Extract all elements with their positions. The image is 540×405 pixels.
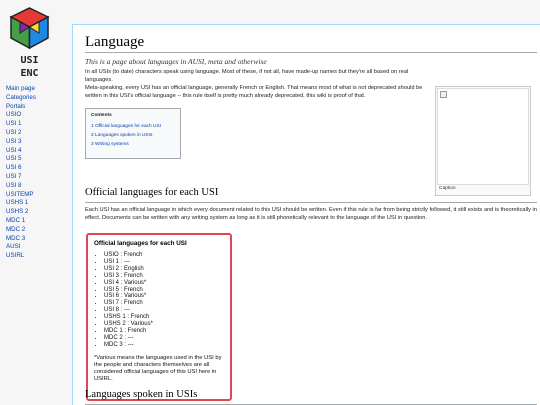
thumbnail-caption: Caption	[439, 186, 456, 191]
list-item: MDC 2 : ---	[104, 335, 224, 342]
infobox-title: Official languages for each USI	[94, 240, 187, 247]
sidebar-item-ushs-1[interactable]: USHS 1	[6, 199, 70, 208]
list-item: USI 2 : English	[104, 266, 224, 273]
logo-text-line1: USI	[20, 55, 39, 66]
main-content: Language This is a page about languages …	[72, 24, 540, 405]
list-item: USI 4 : Various*	[104, 280, 224, 287]
sidebar-item-mdc-1[interactable]: MDC 1	[6, 217, 70, 226]
sidebar-item-ushs-2[interactable]: USHS 2	[6, 208, 70, 217]
list-item: USHS 2 : Various*	[104, 321, 224, 328]
sidebar-item-usi-5[interactable]: USI 5	[6, 155, 70, 164]
intro-paragraph: In all USIs (to date) characters speak u…	[85, 69, 409, 84]
sidebar-item-mdc-2[interactable]: MDC 2	[6, 226, 70, 235]
sidebar-nav: Main page Categories Portals USIO USI 1 …	[6, 85, 70, 261]
section-divider	[85, 202, 537, 203]
section-heading-languages-spoken: Languages spoken in USIs	[85, 389, 198, 400]
toc-item-official-languages[interactable]: 1 Official languages for each USI	[91, 122, 175, 131]
section-heading-official-languages: Official languages for each USI	[85, 187, 219, 198]
image-thumbnail: Caption	[435, 86, 531, 196]
list-item: USI 7 : French	[104, 300, 224, 307]
toc-item-languages-spoken[interactable]: 2 Languages spoken in USIs	[91, 131, 175, 140]
sidebar-item-usi-3[interactable]: USI 3	[6, 138, 70, 147]
title-divider	[85, 52, 537, 53]
page-subtitle: This is a page about languages in AUSI, …	[85, 57, 267, 66]
sidebar-item-usi-7[interactable]: USI 7	[6, 173, 70, 182]
list-item: USI 8 : ---	[104, 307, 224, 314]
cube-logo-icon	[9, 7, 50, 50]
page-title: Language	[85, 34, 145, 50]
sidebar: USI ENC Main page Categories Portals USI…	[0, 0, 72, 405]
list-item: MDC 1 : French	[104, 328, 224, 335]
toc-title: Contents	[91, 113, 112, 118]
sidebar-item-usio[interactable]: USIO	[6, 111, 70, 120]
list-item: USI 1 : ---	[104, 259, 224, 266]
list-item: USI 3 : French	[104, 273, 224, 280]
meta-paragraph: Meta-speaking, every USI has an official…	[85, 85, 423, 100]
broken-image-icon	[440, 91, 447, 98]
sidebar-item-mdc-3[interactable]: MDC 3	[6, 235, 70, 244]
thumbnail-image[interactable]	[437, 88, 529, 185]
table-of-contents: Contents 1 Official languages for each U…	[85, 108, 181, 159]
list-item: USIO : French	[104, 252, 224, 259]
list-item: USI 6 : Various*	[104, 293, 224, 300]
official-languages-box: Official languages for each USI USIO : F…	[86, 233, 232, 401]
toc-item-writing-systems[interactable]: 3 Writing systems	[91, 140, 175, 149]
list-item: MDC 3 : ---	[104, 342, 224, 349]
sidebar-item-ausi[interactable]: AUSI	[6, 243, 70, 252]
sidebar-item-usi-4[interactable]: USI 4	[6, 147, 70, 156]
sidebar-item-main-page[interactable]: Main page	[6, 85, 70, 94]
sidebar-item-usi-6[interactable]: USI 6	[6, 164, 70, 173]
section-official-paragraph: Each USI has an official language in whi…	[85, 207, 537, 222]
logo-text-line2: ENC	[20, 68, 39, 79]
infobox-note: *Various means the languages used in the…	[94, 354, 222, 382]
sidebar-item-portals[interactable]: Portals	[6, 103, 70, 112]
list-item: USI 5 : French	[104, 287, 224, 294]
list-item: USHS 1 : French	[104, 314, 224, 321]
sidebar-item-usi-2[interactable]: USI 2	[6, 129, 70, 138]
official-languages-list: USIO : French USI 1 : --- USI 2 : Englis…	[94, 252, 224, 349]
sidebar-item-categories[interactable]: Categories	[6, 94, 70, 103]
sidebar-item-usitemp[interactable]: USITEMP	[6, 191, 70, 200]
sidebar-item-usi-1[interactable]: USI 1	[6, 120, 70, 129]
sidebar-item-usi-8[interactable]: USI 8	[6, 182, 70, 191]
site-logo[interactable]: USI ENC	[6, 5, 53, 81]
sidebar-item-usirl[interactable]: USIRL	[6, 252, 70, 261]
